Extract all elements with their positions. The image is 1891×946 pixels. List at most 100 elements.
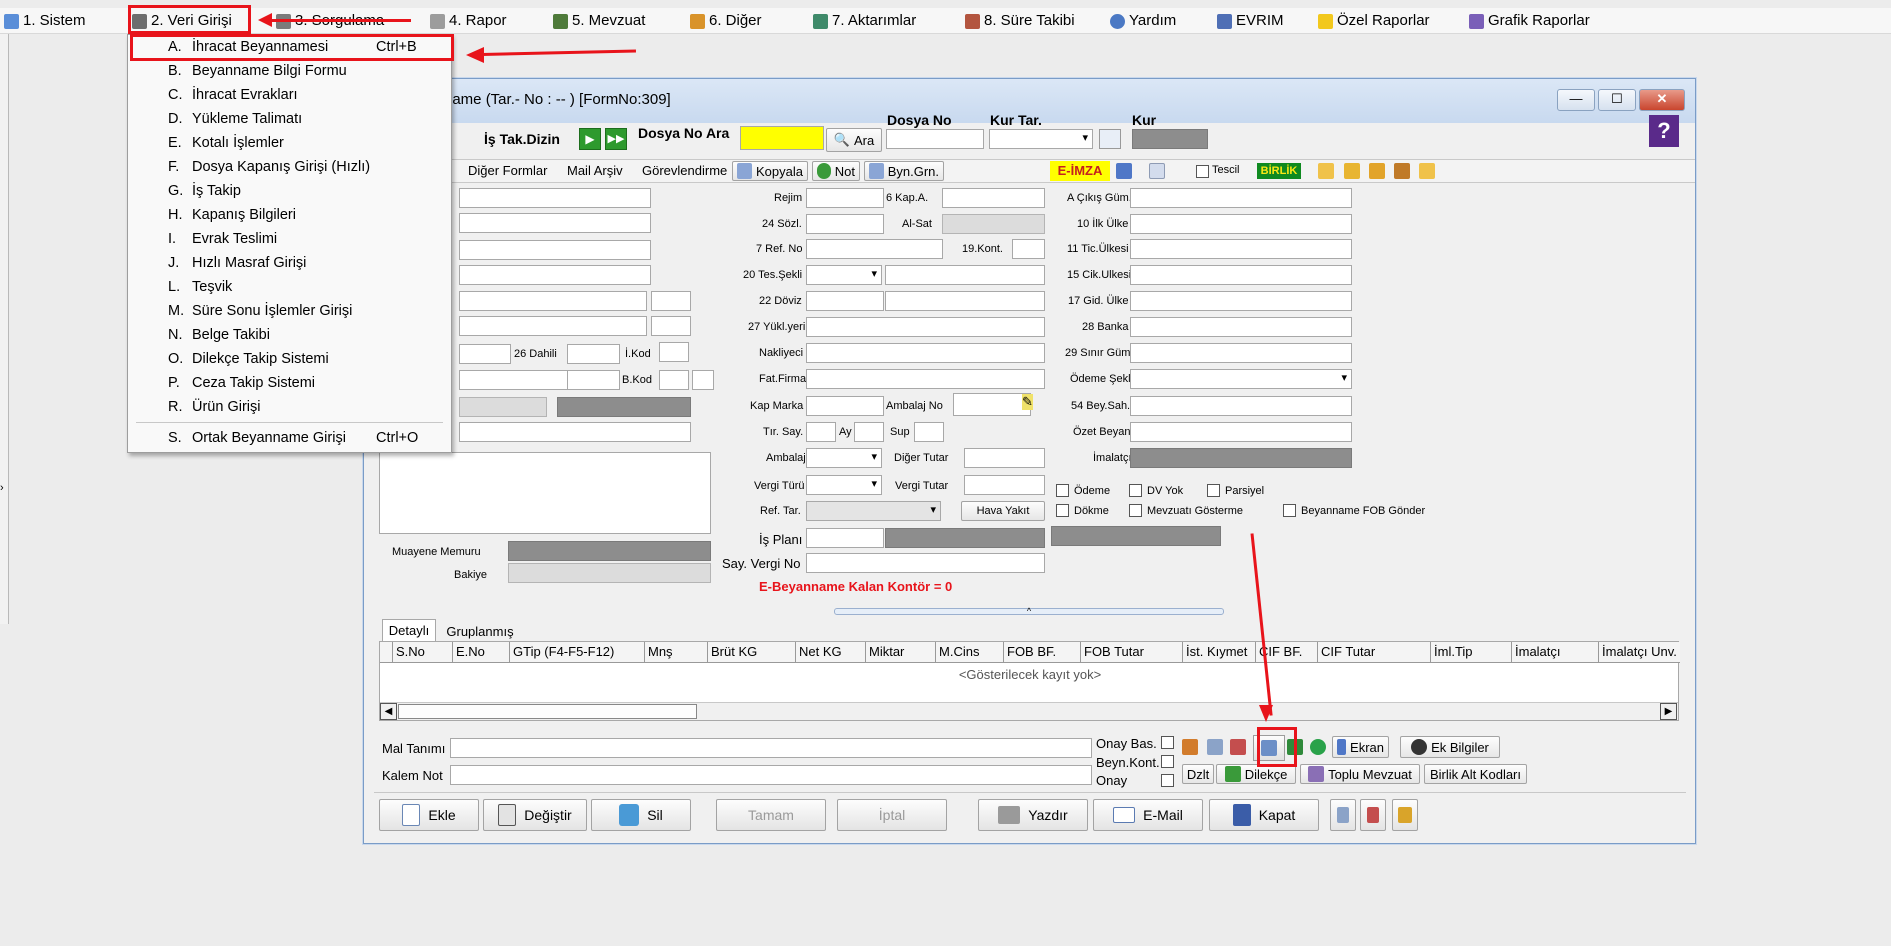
- field-l7[interactable]: [459, 344, 511, 364]
- play-icon[interactable]: ▶: [579, 128, 601, 150]
- col-netkg[interactable]: Net KG: [796, 642, 866, 662]
- doc-small-button[interactable]: [1330, 799, 1356, 831]
- degistir-button[interactable]: Değiştir: [483, 799, 587, 831]
- tes20-select[interactable]: [806, 265, 882, 285]
- field-l3[interactable]: [459, 240, 651, 260]
- kopyala-button[interactable]: Kopyala: [732, 161, 808, 181]
- digertutar-input[interactable]: [964, 448, 1045, 468]
- sayvergi-input[interactable]: [806, 553, 1045, 573]
- tirsay-input[interactable]: [806, 422, 836, 442]
- eimza-button[interactable]: E-İMZA: [1050, 161, 1110, 181]
- menu-sistem[interactable]: 1. Sistem: [4, 10, 86, 32]
- kapat-button[interactable]: Kapat: [1209, 799, 1319, 831]
- ara-button[interactable]: 🔍 Ara: [826, 128, 882, 152]
- mal-tanimi-input[interactable]: [450, 738, 1092, 758]
- byn-grn-button[interactable]: Byn.Grn.: [864, 161, 944, 181]
- beyn-kont-checkbox[interactable]: [1161, 755, 1174, 768]
- iptal-button[interactable]: İptal: [837, 799, 947, 831]
- sinir-input[interactable]: [1130, 343, 1352, 363]
- menu-item-beyanname-bilgi-formu[interactable]: B. Beyanname Bilgi Formu: [128, 59, 451, 83]
- col-mns[interactable]: Mnş: [645, 642, 708, 662]
- yukl27-input[interactable]: [806, 317, 1045, 337]
- ilkulke-input[interactable]: [1130, 214, 1352, 234]
- fast-forward-icon[interactable]: ▶▶: [605, 128, 627, 150]
- ozet-input[interactable]: [1130, 422, 1352, 442]
- menu-grafik-raporlar[interactable]: Grafik Raporlar: [1469, 10, 1590, 32]
- isplani-input[interactable]: [806, 528, 884, 548]
- scroll-right-icon[interactable]: ▶: [1660, 703, 1677, 720]
- maximize-button[interactable]: ☐: [1598, 89, 1636, 111]
- not-button[interactable]: Not: [812, 161, 860, 181]
- tescil-checkbox[interactable]: [1196, 165, 1209, 178]
- dzlt-button[interactable]: Dzlt: [1182, 764, 1214, 784]
- scroll-left-icon[interactable]: ◀: [380, 703, 397, 720]
- close-button[interactable]: ✕: [1639, 89, 1685, 111]
- onay-checkbox[interactable]: [1161, 774, 1174, 787]
- menu-item-yukleme-talimati[interactable]: D. Yükleme Talimatı: [128, 107, 451, 131]
- menu-mevzuat[interactable]: 5. Mevzuat: [553, 10, 645, 32]
- field-l2[interactable]: [459, 213, 651, 233]
- menu-item-ortak-beyanname[interactable]: S. Ortak Beyanname Girişi Ctrl+O: [128, 426, 451, 450]
- ambalaj-select[interactable]: [806, 448, 882, 468]
- col-eno[interactable]: E.No: [453, 642, 510, 662]
- folder-up-icon[interactable]: [1344, 163, 1360, 182]
- kont19-input[interactable]: [1012, 239, 1045, 259]
- sil-button[interactable]: Sil: [591, 799, 691, 831]
- field-l6b[interactable]: [651, 316, 691, 336]
- col-ciftutar[interactable]: CIF Tutar: [1318, 642, 1431, 662]
- ek-bilgiler-button[interactable]: Ek Bilgiler: [1400, 736, 1500, 758]
- vergitutar-input[interactable]: [964, 475, 1045, 495]
- gorevlendirme-tab[interactable]: Görevlendirme: [642, 163, 727, 178]
- menu-diger[interactable]: 6. Diğer: [690, 10, 762, 32]
- col-imltip[interactable]: İml.Tip: [1431, 642, 1512, 662]
- view-icon[interactable]: [1149, 163, 1165, 182]
- ref7-input[interactable]: [806, 239, 943, 259]
- bkod-input-2[interactable]: [692, 370, 714, 390]
- notes-textarea[interactable]: [379, 452, 711, 534]
- splitter-handle[interactable]: ^: [834, 607, 1224, 616]
- dokme-checkbox[interactable]: [1056, 504, 1069, 517]
- scroll-thumb[interactable]: [398, 704, 697, 719]
- folder-icon[interactable]: [1318, 163, 1334, 182]
- sozl-input[interactable]: [806, 214, 884, 234]
- odeme-select[interactable]: [1130, 369, 1352, 389]
- help-question-icon[interactable]: ?: [1649, 115, 1679, 147]
- birlik-alt-button[interactable]: Birlik Alt Kodları: [1424, 764, 1527, 784]
- ekran-button[interactable]: Ekran: [1332, 736, 1389, 758]
- banka-input[interactable]: [1130, 317, 1352, 337]
- menu-item-kapanis-bilgileri[interactable]: H. Kapanış Bilgileri: [128, 203, 451, 227]
- field-l6[interactable]: [459, 316, 647, 336]
- reftar-select[interactable]: [806, 501, 941, 521]
- dvyok-checkbox[interactable]: [1129, 484, 1142, 497]
- bkod-input[interactable]: [659, 370, 689, 390]
- chevron-right-icon[interactable]: ›: [0, 482, 4, 494]
- col-istkiymet[interactable]: İst. Kıymet: [1183, 642, 1256, 662]
- cikulke-input[interactable]: [1130, 265, 1352, 285]
- hava-yakit-button[interactable]: Hava Yakıt: [961, 501, 1045, 521]
- mevzuati-checkbox[interactable]: [1129, 504, 1142, 517]
- ambalajno-input[interactable]: [953, 393, 1031, 416]
- doviz22-desc-input[interactable]: [885, 291, 1045, 311]
- tab-detayli[interactable]: Detaylı: [382, 619, 436, 641]
- shield-icon[interactable]: [1116, 163, 1132, 182]
- tamam-button[interactable]: Tamam: [716, 799, 826, 831]
- menu-item-sure-sonu[interactable]: M. Süre Sonu İşlemler Girişi: [128, 299, 451, 323]
- menu-item-tesvik[interactable]: L. Teşvik: [128, 275, 451, 299]
- yazdir-button[interactable]: Yazdır: [978, 799, 1088, 831]
- field-l8b[interactable]: [567, 370, 620, 390]
- ikod-input[interactable]: [659, 342, 689, 362]
- col-fobtutar[interactable]: FOB Tutar: [1081, 642, 1183, 662]
- edit-pencil-icon[interactable]: ✎: [1022, 394, 1033, 410]
- print-red-icon[interactable]: [1230, 739, 1246, 758]
- kap6-input[interactable]: [942, 188, 1045, 208]
- fob-checkbox[interactable]: [1283, 504, 1296, 517]
- users-icon[interactable]: [1182, 739, 1198, 758]
- left-panel-strip[interactable]: [0, 34, 9, 624]
- menu-ozel-raporlar[interactable]: Özel Raporlar: [1318, 10, 1430, 32]
- odeme-checkbox[interactable]: [1056, 484, 1069, 497]
- doc-list-icon[interactable]: [1207, 739, 1223, 758]
- menu-item-hizli-masraf[interactable]: J. Hızlı Masraf Girişi: [128, 251, 451, 275]
- tab-gruplanmis[interactable]: Gruplanmış: [442, 622, 518, 642]
- col-mcins[interactable]: M.Cins: [936, 642, 1004, 662]
- fatfirma-input[interactable]: [806, 369, 1045, 389]
